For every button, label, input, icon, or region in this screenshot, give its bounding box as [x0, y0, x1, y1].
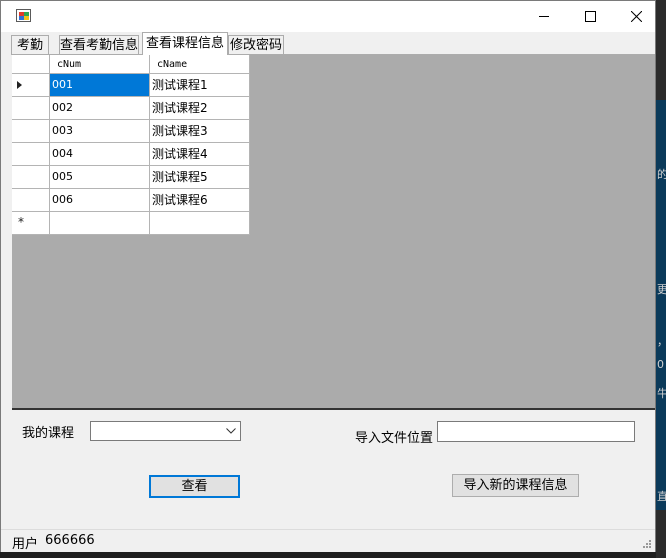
desktop-background: 的 更 ， 0 牛 直: [656, 0, 666, 558]
app-icon: [16, 9, 31, 22]
row-header[interactable]: [12, 97, 50, 120]
current-row-arrow-icon: [17, 81, 22, 89]
cell-cnum[interactable]: 006: [50, 189, 150, 212]
row-header[interactable]: [12, 166, 50, 189]
view-button[interactable]: 查看: [149, 475, 240, 498]
cell-cnum[interactable]: 001: [50, 74, 150, 97]
chevron-down-icon: [226, 428, 236, 434]
import-courses-button[interactable]: 导入新的课程信息: [452, 474, 579, 497]
minimize-icon: [539, 16, 549, 17]
maximize-button[interactable]: [567, 1, 613, 32]
column-header-cnum[interactable]: cNum: [50, 55, 150, 74]
minimize-button[interactable]: [521, 1, 567, 32]
tab-change-password[interactable]: 修改密码: [228, 35, 284, 54]
main-window: 考勤 查看考勤信息 查看课程信息 修改密码 cNum cName 001 测试课…: [0, 0, 656, 552]
cell-cnum[interactable]: 005: [50, 166, 150, 189]
tab-view-courses[interactable]: 查看课程信息: [142, 32, 228, 55]
desktop-text-fragment: 牛: [657, 387, 666, 400]
cell-cname[interactable]: 测试课程3: [150, 120, 250, 143]
maximize-icon: [585, 11, 596, 22]
tab-view-attendance[interactable]: 查看考勤信息: [59, 35, 139, 54]
row-header[interactable]: [12, 74, 50, 97]
user-value: 666666: [45, 533, 95, 548]
row-header[interactable]: *: [12, 212, 50, 235]
table-row[interactable]: 003 测试课程3: [12, 120, 250, 143]
grid-corner-header[interactable]: [12, 55, 50, 74]
cell-cname[interactable]: 测试课程6: [150, 189, 250, 212]
cell-cname[interactable]: 测试课程5: [150, 166, 250, 189]
desktop-text-fragment: 更: [657, 283, 666, 296]
desktop-text-fragment: 直: [657, 490, 666, 503]
my-course-select[interactable]: [90, 421, 241, 441]
table-row[interactable]: 006 测试课程6: [12, 189, 250, 212]
desktop-text-fragment: 的: [657, 168, 666, 181]
row-header[interactable]: [12, 143, 50, 166]
table-row[interactable]: 001 测试课程1: [12, 74, 250, 97]
user-label: 用户: [12, 537, 39, 552]
cell-cnum[interactable]: 004: [50, 143, 150, 166]
import-path-label: 导入文件位置: [355, 431, 434, 446]
cell-cnum-new[interactable]: [50, 212, 150, 235]
cell-cname[interactable]: 测试课程2: [150, 97, 250, 120]
resize-grip-icon[interactable]: [642, 539, 652, 549]
column-header-cname[interactable]: cName: [150, 55, 250, 74]
my-course-label: 我的课程: [22, 426, 75, 441]
cell-cname[interactable]: 测试课程4: [150, 143, 250, 166]
row-header[interactable]: [12, 120, 50, 143]
title-bar[interactable]: [1, 1, 655, 32]
row-header[interactable]: [12, 189, 50, 212]
status-bar: 用户 666666: [1, 529, 655, 552]
close-icon: [631, 11, 642, 22]
cell-cname-new[interactable]: [150, 212, 250, 235]
cell-cnum[interactable]: 002: [50, 97, 150, 120]
table-row[interactable]: 004 测试课程4: [12, 143, 250, 166]
new-row-marker-icon: *: [18, 215, 24, 229]
cell-cnum[interactable]: 003: [50, 120, 150, 143]
tab-attendance[interactable]: 考勤: [11, 35, 49, 54]
new-row[interactable]: *: [12, 212, 250, 235]
grid-bottom-border: [12, 408, 655, 410]
desktop-text-fragment: ，: [657, 333, 666, 349]
close-button[interactable]: [613, 1, 659, 32]
desktop-text-fragment: 0: [657, 358, 664, 371]
background-window-edge: [656, 100, 666, 510]
cell-cname[interactable]: 测试课程1: [150, 74, 250, 97]
table-row[interactable]: 005 测试课程5: [12, 166, 250, 189]
import-path-input[interactable]: [437, 421, 635, 442]
table-row[interactable]: 002 测试课程2: [12, 97, 250, 120]
